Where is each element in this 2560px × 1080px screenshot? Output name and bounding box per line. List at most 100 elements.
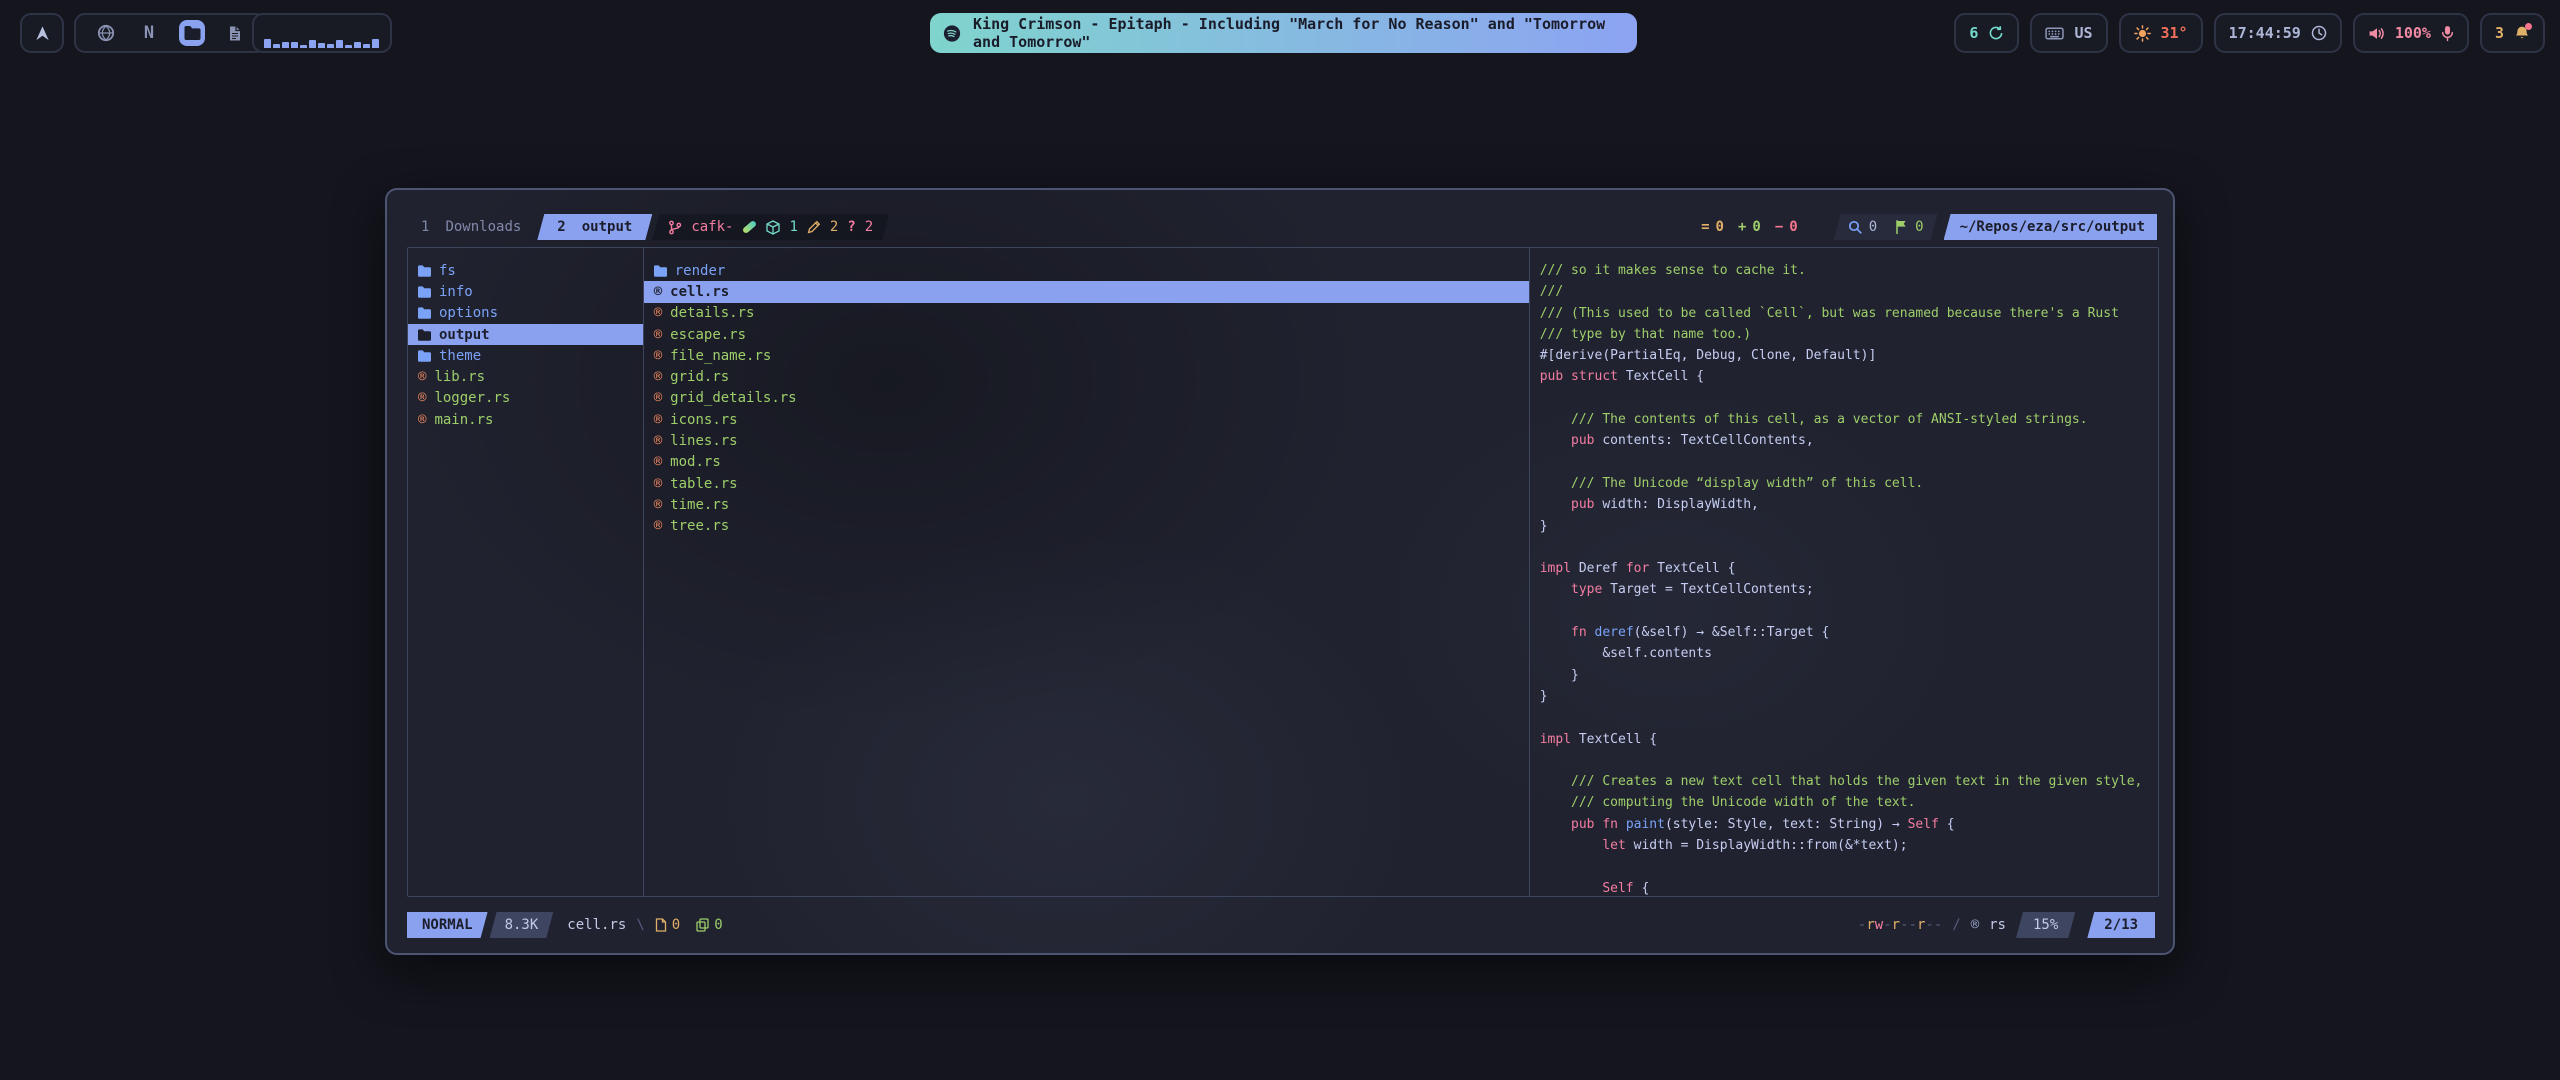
code-line [1540, 601, 2158, 622]
audio-visualizer[interactable] [252, 13, 392, 53]
track-title: King Crimson - Epitaph - Including "Marc… [973, 15, 1624, 51]
code-line [1540, 537, 2158, 558]
browser-icon[interactable] [93, 20, 119, 46]
code-line: fn deref(&self) → &Self::Target { [1540, 622, 2158, 643]
app-launcher-button[interactable] [20, 13, 64, 53]
rust-file-icon: ® [654, 413, 662, 427]
git-modified-count: 2 [830, 219, 838, 235]
tray-clock[interactable]: 17:44:59 [2214, 13, 2342, 53]
rust-file-icon: ® [418, 370, 426, 384]
code-line: pub width: DisplayWidth, [1540, 494, 2158, 515]
added-count: 0 [1752, 219, 1760, 235]
folder-icon [418, 329, 431, 341]
code-line [1540, 452, 2158, 473]
visualizer-bar [282, 42, 289, 48]
yazi-panes: fsinfooptionsoutputtheme®lib.rs®logger.r… [407, 247, 2159, 897]
text-editor-icon[interactable] [222, 20, 248, 46]
folder-icon [654, 265, 667, 277]
header-right: = 0 + 0 − 0 0 0 [1701, 214, 2157, 240]
file-permissions: -rw-r--r-- [1858, 917, 1942, 933]
flag-count: 0 [1915, 219, 1923, 235]
code-line: /// computing the Unicode width of the t… [1540, 792, 2158, 813]
tray-audio[interactable]: 100% [2353, 13, 2469, 53]
git-status: cafk- 1 2 ? 2 [652, 214, 889, 240]
list-item[interactable]: ® lib.rs [408, 366, 643, 387]
list-item[interactable]: output [408, 324, 643, 345]
file-name: mod.rs [670, 454, 721, 470]
code-line: } [1540, 686, 2158, 707]
search-count: 0 [1869, 219, 1877, 235]
rust-file-icon: ® [654, 349, 662, 363]
file-name: lib.rs [434, 369, 485, 385]
folder-icon [418, 307, 431, 319]
media-player-widget[interactable]: King Crimson - Epitaph - Including "Marc… [930, 13, 1637, 53]
clock-icon [2311, 25, 2327, 41]
code-line: Self { [1540, 878, 2158, 896]
git-stashed-count: 1 [789, 219, 797, 235]
code-line: } [1540, 665, 2158, 686]
file-name: file_name.rs [670, 348, 771, 364]
tab-output[interactable]: 2output [537, 214, 652, 240]
list-item[interactable]: ®table.rs [644, 473, 1529, 494]
list-item[interactable]: ®grid_details.rs [644, 388, 1529, 409]
visualizer-bar [354, 42, 361, 48]
rust-file-icon: ® [654, 498, 662, 512]
list-item[interactable]: ®mod.rs [644, 452, 1529, 473]
list-item[interactable]: ®tree.rs [644, 516, 1529, 537]
list-item[interactable]: ® file_name.rs [644, 345, 1529, 366]
list-item[interactable]: ®lines.rs [644, 430, 1529, 451]
folder-icon [418, 350, 431, 362]
list-item[interactable]: fs [408, 260, 643, 281]
neovim-icon[interactable]: N [136, 20, 162, 46]
tray-keyboard-layout[interactable]: US [2030, 13, 2107, 53]
list-item[interactable]: ®icons.rs [644, 409, 1529, 430]
git-branch-icon [668, 220, 682, 235]
spotify-icon [943, 23, 961, 44]
file-badge-icon [655, 918, 667, 932]
rust-file-icon: ® [654, 306, 662, 320]
visualizer-bar [363, 44, 370, 48]
tray-weather[interactable]: 31° [2119, 13, 2203, 53]
file-name: table.rs [670, 476, 737, 492]
list-item[interactable]: ®escape.rs [644, 324, 1529, 345]
list-item[interactable]: ®main.rs [408, 409, 643, 430]
minus-icon: − [1775, 219, 1783, 235]
code-line: impl Deref for TextCell { [1540, 558, 2158, 579]
list-item[interactable]: ®details.rs [644, 303, 1529, 324]
tray-updates[interactable]: 6 [1954, 13, 2019, 53]
file-manager-icon[interactable] [179, 20, 205, 46]
code-line [1540, 707, 2158, 728]
file-name: info [439, 284, 473, 300]
list-item[interactable]: theme [408, 345, 643, 366]
tab-downloads[interactable]: 1Downloads [405, 214, 537, 240]
folder-icon [418, 265, 431, 277]
file-name: logger.rs [434, 390, 510, 406]
file-name: tree.rs [670, 518, 729, 534]
list-item[interactable]: ®grid.rs [644, 366, 1529, 387]
code-line: pub struct TextCell { [1540, 366, 2158, 387]
rust-file-icon: ® [654, 285, 662, 299]
visualizer-bar [372, 39, 379, 48]
list-item[interactable]: ®cell.rs [644, 281, 1529, 302]
rust-file-icon: ® [418, 413, 426, 427]
code-line: /// The contents of this cell, as a vect… [1540, 409, 2158, 430]
file-name: time.rs [670, 497, 729, 513]
list-item[interactable]: ® time.rs [644, 494, 1529, 515]
microphone-icon [2441, 25, 2454, 42]
list-item[interactable]: info [408, 281, 643, 302]
list-item[interactable]: ®logger.rs [408, 388, 643, 409]
package-icon [766, 220, 780, 235]
list-item[interactable]: render [644, 260, 1529, 281]
code-line: &self.contents [1540, 643, 2158, 664]
current-path[interactable]: ~/Repos/eza/src/output [1944, 214, 2157, 240]
file-size: 8.3K [490, 912, 554, 938]
list-item[interactable]: options [408, 303, 643, 324]
equal-icon: = [1701, 219, 1709, 235]
rust-file-icon: ® [654, 370, 662, 384]
visualizer-bar [291, 42, 298, 48]
find-flag-widget: 0 0 [1834, 214, 1938, 240]
visualizer-bar [309, 40, 316, 48]
tray-notifications[interactable]: 3 [2480, 13, 2545, 53]
code-line: /// (This used to be called `Cell`, but … [1540, 303, 2158, 324]
code-line [1540, 750, 2158, 771]
